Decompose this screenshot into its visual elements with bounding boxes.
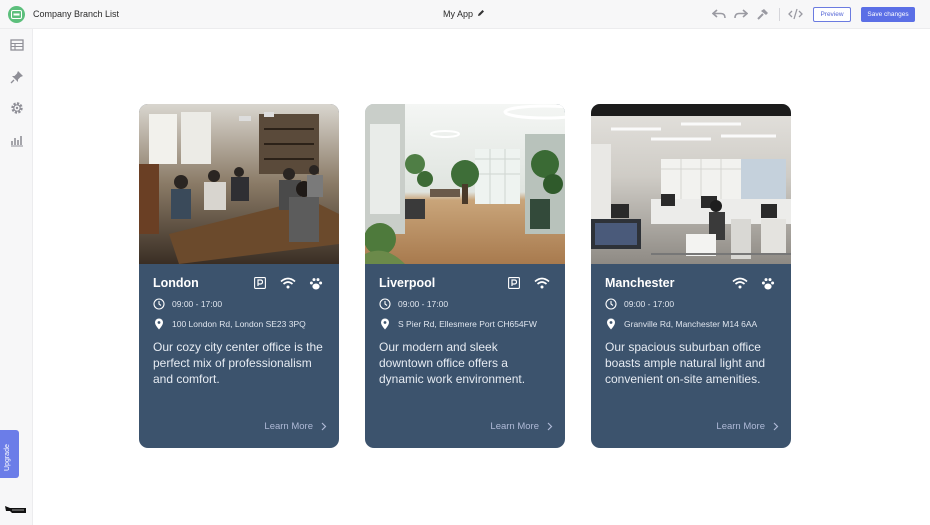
brand-logo-icon: [5, 506, 26, 513]
branch-hours: 09:00 - 17:00: [153, 298, 222, 310]
amenities-list: [251, 276, 325, 290]
clock-icon: [605, 298, 617, 310]
learn-more-label: Learn More: [716, 421, 765, 432]
pin-icon[interactable]: [10, 70, 24, 84]
location-pin-icon: [379, 318, 391, 330]
branch-hours: 09:00 - 17:00: [605, 298, 674, 310]
branch-address: S Pier Rd, Ellesmere Port CH654FW: [379, 318, 537, 330]
hours-text: 09:00 - 17:00: [172, 299, 223, 309]
save-changes-button[interactable]: Save changes: [861, 7, 915, 22]
wifi-icon: [731, 276, 749, 290]
redo-icon[interactable]: [734, 8, 748, 20]
location-pin-icon: [153, 318, 165, 330]
parking-icon: [505, 276, 523, 290]
address-text: 100 London Rd, London SE23 3PQ: [172, 319, 306, 329]
chevron-right-icon: [773, 422, 779, 431]
chevron-right-icon: [321, 422, 327, 431]
undo-icon[interactable]: [712, 8, 726, 20]
hammer-icon[interactable]: [756, 8, 769, 21]
code-icon[interactable]: [788, 8, 803, 20]
chart-icon[interactable]: [10, 133, 24, 147]
address-text: S Pier Rd, Ellesmere Port CH654FW: [398, 319, 537, 329]
address-text: Granville Rd, Manchester M14 6AA: [624, 319, 758, 329]
location-pin-icon: [605, 318, 617, 330]
upgrade-button[interactable]: Upgrade: [0, 430, 19, 478]
clock-icon: [379, 298, 391, 310]
branch-name: Liverpool: [379, 276, 436, 290]
app-logo-icon[interactable]: [8, 6, 25, 23]
learn-more-label: Learn More: [264, 421, 313, 432]
branch-address: Granville Rd, Manchester M14 6AA: [605, 318, 757, 330]
learn-more-label: Learn More: [490, 421, 539, 432]
table-icon[interactable]: [10, 38, 24, 52]
branch-name: Manchester: [605, 276, 675, 290]
page-title: Company Branch List: [33, 9, 120, 19]
branch-address: 100 London Rd, London SE23 3PQ: [153, 318, 306, 330]
parking-icon: [251, 276, 269, 290]
paw-icon: [759, 276, 777, 290]
toolbar-divider: [779, 8, 780, 21]
branch-name: London: [153, 276, 199, 290]
wifi-icon: [533, 276, 551, 290]
branch-card-liverpool: Liverpool 09:00 - 17:00 S Pier Rd, Elles…: [365, 104, 565, 448]
learn-more-link[interactable]: Learn More: [264, 421, 327, 432]
learn-more-link[interactable]: Learn More: [716, 421, 779, 432]
branch-photo: [365, 104, 565, 264]
learn-more-link[interactable]: Learn More: [490, 421, 553, 432]
hours-text: 09:00 - 17:00: [398, 299, 449, 309]
hours-text: 09:00 - 17:00: [624, 299, 675, 309]
branch-photo: [139, 104, 339, 264]
branch-hours: 09:00 - 17:00: [379, 298, 448, 310]
branch-description: Our cozy city center office is the perfe…: [153, 340, 323, 386]
amenities-list: [731, 276, 777, 290]
gear-icon[interactable]: [10, 101, 24, 115]
branch-photo: [591, 104, 791, 264]
paw-icon: [307, 276, 325, 290]
branch-card-london: London 09:00 - 17:00 100 London Rd, Lond…: [139, 104, 339, 448]
preview-button[interactable]: Preview: [813, 7, 851, 22]
pencil-icon[interactable]: [477, 9, 485, 17]
amenities-list: [505, 276, 551, 290]
chevron-right-icon: [547, 422, 553, 431]
branch-description: Our spacious suburban office boasts ampl…: [605, 340, 766, 386]
top-bar: Company Branch List My App Preview Save …: [0, 0, 930, 29]
app-name[interactable]: My App: [443, 9, 473, 19]
branch-description: Our modern and sleek downtown office off…: [379, 340, 526, 386]
clock-icon: [153, 298, 165, 310]
branch-card-manchester: Manchester 09:00 - 17:00 Granville Rd, M…: [591, 104, 791, 448]
upgrade-label: Upgrade: [4, 444, 11, 471]
wifi-icon: [279, 276, 297, 290]
